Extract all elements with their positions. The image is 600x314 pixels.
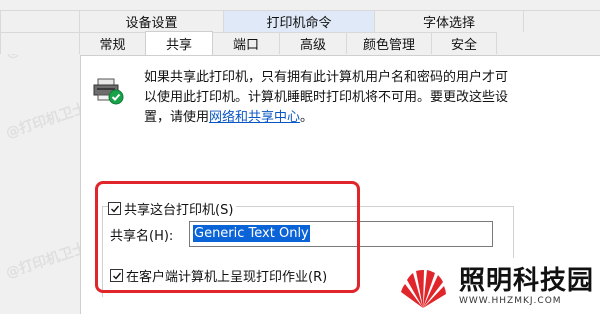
- tab-row-bottom: 常规 共享 端口 高级 颜色管理 安全: [0, 31, 497, 55]
- printer-properties-window: @打印机卫士 @打印机卫士 @打印机卫士 @打印机卫士 @打印机卫士 @打印机卫…: [0, 0, 600, 314]
- tab-color-management[interactable]: 颜色管理: [346, 32, 432, 54]
- watermark: @打印机卫士: [3, 240, 89, 282]
- brand-url: WWW.HHZMKJ.COM: [459, 296, 562, 306]
- tab-spacer: [523, 10, 600, 32]
- brand-name: 照明科技园: [459, 266, 595, 296]
- highlight-annotation: [95, 181, 360, 293]
- tab-security[interactable]: 安全: [431, 32, 497, 54]
- title-strip: [0, 0, 600, 8]
- tab-device-settings[interactable]: 设备设置: [79, 10, 224, 32]
- sharing-description: 如果共享此打印机，只有拥有此计算机用户名和密码的用户才可以使用此打印机。计算机睡…: [144, 68, 512, 128]
- tab-spacer: [0, 10, 80, 32]
- tab-printer-commands[interactable]: 打印机命令: [223, 10, 375, 32]
- network-sharing-center-link[interactable]: 网络和共享中心: [209, 110, 300, 125]
- watermark: @打印机卫士: [3, 100, 89, 142]
- shared-printer-icon: [93, 78, 124, 105]
- description-suffix: 。: [300, 110, 314, 125]
- tab-row-top: 设备设置 打印机命令 字体选择: [0, 10, 600, 32]
- description-text: 如果共享此打印机，只有拥有此计算机用户名和密码的用户才可以使用此打印机。计算机睡…: [144, 70, 509, 125]
- brand-logo: 照明科技园 WWW.HHZMKJ.COM: [395, 258, 600, 314]
- tab-advanced[interactable]: 高级: [279, 32, 347, 54]
- tab-sharing[interactable]: 共享: [145, 31, 213, 55]
- brand-sunburst-icon: [401, 269, 446, 308]
- tab-ports[interactable]: 端口: [212, 32, 280, 54]
- tab-general[interactable]: 常规: [79, 32, 146, 54]
- brand-text: 照明科技园 WWW.HHZMKJ.COM: [459, 266, 594, 306]
- tab-font-selection[interactable]: 字体选择: [374, 10, 524, 32]
- tab-spacer: [0, 32, 80, 54]
